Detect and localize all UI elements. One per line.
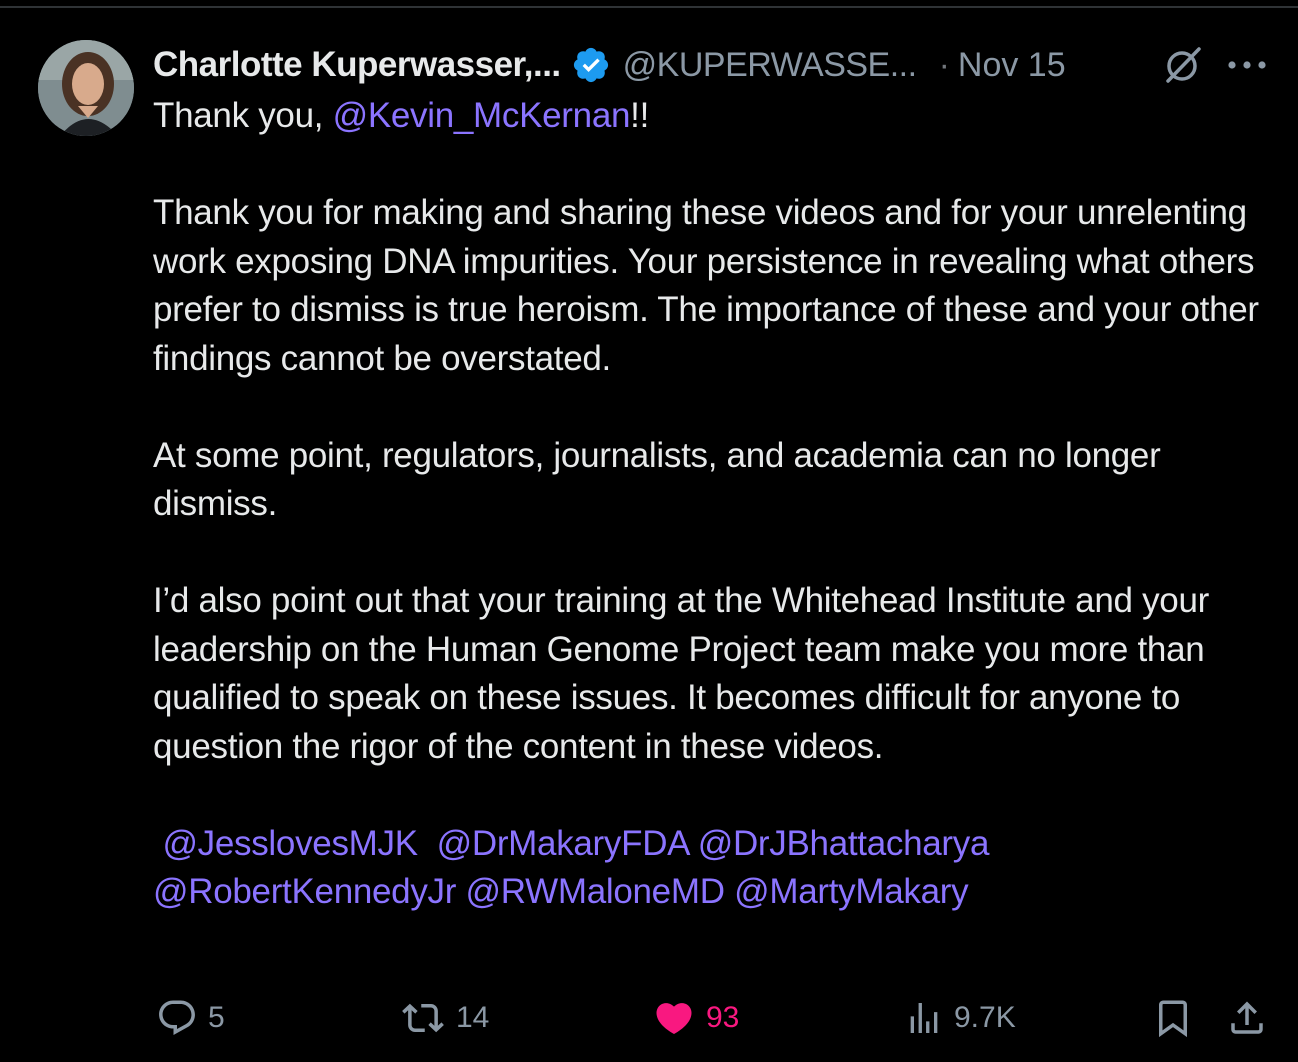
mention-link[interactable]: @Kevin_McKernan [333, 96, 631, 135]
tweet-line-1: Thank you, @Kevin_McKernan!! [153, 92, 1283, 141]
grok-icon[interactable] [1160, 44, 1204, 84]
avatar[interactable] [38, 40, 134, 136]
mention-link[interactable]: @RWMaloneMD [466, 872, 725, 911]
more-icon[interactable] [1226, 58, 1268, 70]
reply-count: 5 [208, 1001, 225, 1034]
repost-button[interactable]: 14 [400, 990, 489, 1046]
top-divider [0, 6, 1298, 8]
mentions-line: @RobertKennedyJr @RWMaloneMD @MartyMakar… [153, 868, 1283, 917]
views-count: 9.7K [954, 1001, 1016, 1034]
like-button[interactable]: 93 [652, 990, 739, 1046]
tweet-text: Thank you, @Kevin_McKernan!! Thank you f… [153, 92, 1283, 917]
mentions-line: @JesslovesMJK @DrMakaryFDA @DrJBhattacha… [153, 820, 1283, 869]
repost-icon [402, 1003, 444, 1033]
tweet-date[interactable]: Nov 15 [958, 46, 1066, 85]
like-count: 93 [706, 1001, 740, 1034]
mention-link[interactable]: @DrMakaryFDA [437, 824, 689, 863]
bookmark-icon [1159, 1000, 1187, 1038]
share-button[interactable] [1226, 990, 1268, 1046]
mention-link[interactable]: @JesslovesMJK [162, 824, 418, 863]
heart-icon [656, 1003, 692, 1035]
action-bar: 5 14 93 9.7K [0, 990, 1298, 1046]
text-segment: !! [630, 96, 650, 135]
text-segment: Thank you, [153, 96, 333, 135]
author-name[interactable]: Charlotte Kuperwasser,... [153, 45, 561, 85]
reply-icon [159, 1000, 195, 1035]
mention-link[interactable]: @MartyMakary [734, 872, 968, 911]
repost-count: 14 [456, 1001, 490, 1034]
tweet-paragraph: Thank you for making and sharing these v… [153, 193, 1259, 378]
mention-link[interactable]: @RobertKennedyJr [153, 872, 456, 911]
mention-link[interactable]: @DrJBhattacharya [698, 824, 990, 863]
tweet-paragraph: I’d also point out that your training at… [153, 581, 1209, 766]
views-icon [910, 1003, 938, 1033]
author-handle[interactable]: @KUPERWASSE... [623, 46, 917, 85]
share-icon [1231, 1001, 1263, 1034]
tweet-header: Charlotte Kuperwasser,... @KUPERWASSE...… [153, 40, 1283, 90]
verified-badge-icon [571, 45, 611, 85]
bookmark-button[interactable] [1152, 990, 1194, 1046]
separator-dot: · [938, 45, 950, 84]
reply-button[interactable]: 5 [156, 990, 225, 1046]
tweet-paragraph: At some point, regulators, journalists, … [153, 435, 1161, 524]
views-button[interactable]: 9.7K [904, 990, 1016, 1046]
